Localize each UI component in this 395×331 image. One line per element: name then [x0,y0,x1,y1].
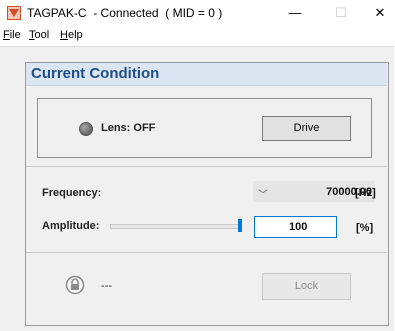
lock-status-text: --- [101,280,112,292]
chevron-down-icon[interactable]: ﹀ [258,186,268,201]
amplitude-label: Amplitude: [42,220,100,232]
lens-indicator-led [79,122,93,136]
frequency-unit: [Hz] [355,187,376,199]
drive-button[interactable]: Drive [262,116,351,141]
panel-title: Current Condition [31,65,160,82]
maximize-button[interactable]: ☐ [326,3,356,23]
menu-file[interactable]: File [3,29,21,41]
amplitude-slider-thumb[interactable] [238,219,242,232]
close-button[interactable]: ✕ [365,3,395,23]
amplitude-slider-track[interactable] [110,224,242,229]
menu-help[interactable]: Help [60,29,83,41]
lock-icon [65,275,85,295]
menu-file-mnemonic: F [3,29,10,41]
menu-help-label: elp [67,29,83,41]
divider [26,166,387,167]
amplitude-input[interactable]: 100 [254,216,337,238]
amplitude-unit: [%] [356,222,374,234]
menu-file-label: ile [9,29,21,41]
window-title: TAGPAK-C - Connected ( MID = 0 ) [27,6,223,20]
divider [26,252,387,253]
lens-status-label: Lens: OFF [101,122,156,134]
menu-help-mnemonic: H [60,29,68,41]
lock-button[interactable]: Lock [262,273,351,300]
menu-tool[interactable]: Tool [29,29,49,41]
minimize-button[interactable]: — [280,3,310,23]
app-logo-icon [7,6,21,20]
menu-tool-label: ool [34,29,50,41]
frequency-label: Frequency: [42,187,102,199]
